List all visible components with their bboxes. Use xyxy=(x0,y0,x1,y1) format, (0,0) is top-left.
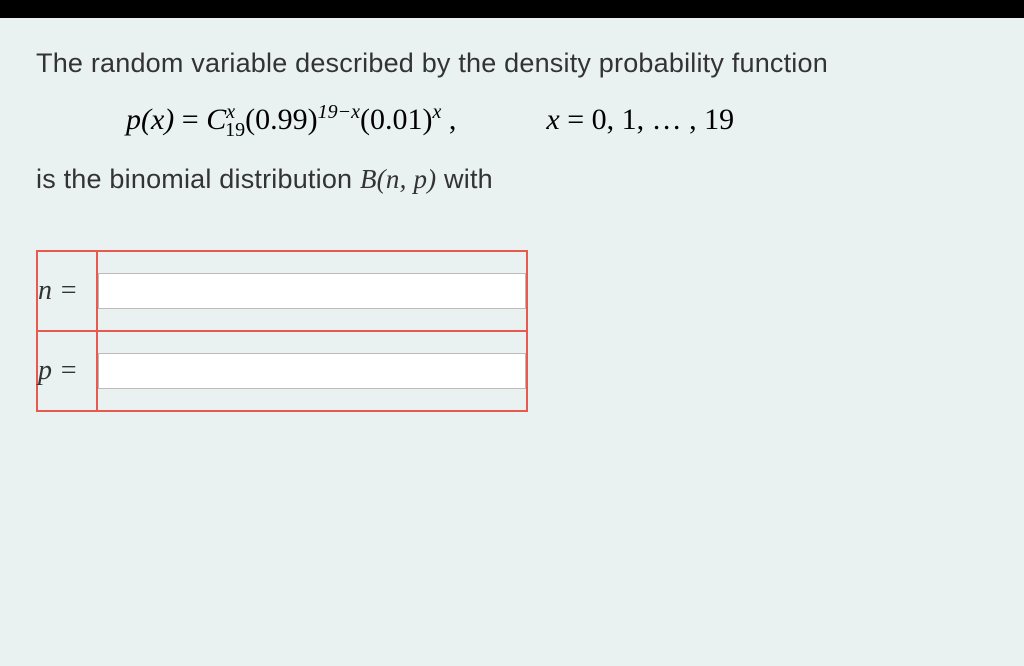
p-input[interactable] xyxy=(98,353,526,389)
conclusion-post: with xyxy=(436,164,493,194)
n-label-cell: n = xyxy=(37,251,97,331)
formula-px: p(x) xyxy=(126,103,174,136)
conclusion-b: B xyxy=(360,164,377,194)
formula-comma: , xyxy=(441,103,456,136)
answer-row-n: n = xyxy=(37,251,527,331)
answer-table: n = p = xyxy=(36,250,528,412)
p-input-cell xyxy=(97,331,527,411)
formula-c: C xyxy=(206,103,226,136)
n-input-cell xyxy=(97,251,527,331)
formula-eq1: = xyxy=(174,103,206,136)
question-content: The random variable described by the den… xyxy=(0,18,1024,442)
n-input[interactable] xyxy=(98,273,526,309)
formula-display: p(x) = Cx19(0.99)19−x(0.01)x ,x = 0, 1, … xyxy=(126,101,994,142)
formula-base1: (0.99) xyxy=(245,103,317,136)
intro-text: The random variable described by the den… xyxy=(36,48,994,79)
formula-c-sub: 19 xyxy=(225,119,245,141)
formula-x: x xyxy=(546,103,559,136)
conclusion-np: (n, p) xyxy=(377,164,437,194)
formula-xvals: = 0, 1, … , 19 xyxy=(560,103,734,136)
answer-row-p: p = xyxy=(37,331,527,411)
conclusion-pre: is the binomial distribution xyxy=(36,164,360,194)
formula-base2: (0.01) xyxy=(360,103,432,136)
formula-exp1: 19−x xyxy=(318,101,360,123)
conclusion-text: is the binomial distribution B(n, p) wit… xyxy=(36,164,994,195)
top-black-bar xyxy=(0,0,1024,18)
p-label-cell: p = xyxy=(37,331,97,411)
